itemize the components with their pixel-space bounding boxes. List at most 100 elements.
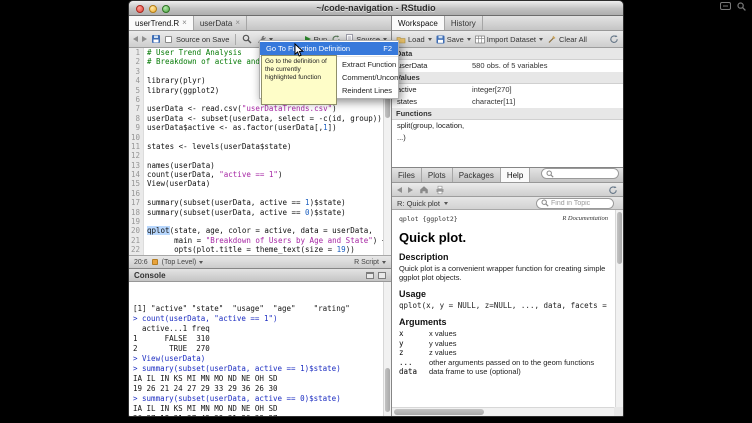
code-text: count(userData, "active == 1"): [144, 170, 282, 179]
nav-back-icon[interactable]: [133, 36, 138, 42]
code-text: View(userData): [144, 179, 210, 188]
line-number: 13: [129, 161, 144, 170]
line-number: 8: [129, 114, 144, 123]
save-workspace-button[interactable]: Save: [436, 35, 471, 44]
help-document: qplot {ggplot2} R Documentation Quick pl…: [392, 210, 623, 416]
workspace-row[interactable]: statescharacter[11]: [392, 96, 623, 108]
line-number: 1: [129, 48, 144, 57]
workspace-row[interactable]: activeinteger[270]: [392, 84, 623, 96]
argument-desc: other arguments passed on to the geom fu…: [429, 358, 594, 368]
help-horizontal-scrollbar[interactable]: [392, 407, 614, 416]
tab-close-icon[interactable]: ×: [182, 19, 187, 27]
chevron-down-icon: [539, 38, 543, 41]
line-number: 22: [129, 245, 144, 254]
tab-help[interactable]: Help: [501, 168, 530, 182]
help-argument: ...other arguments passed on to the geom…: [399, 358, 608, 368]
help-search-box[interactable]: [541, 168, 619, 179]
console-line: 1 FALSE 310: [133, 334, 381, 344]
minimize-button[interactable]: [149, 5, 157, 13]
line-number: 20: [129, 226, 144, 235]
editor-line: 15View(userData): [129, 179, 391, 188]
save-icon: [436, 35, 445, 44]
tab-workspace[interactable]: Workspace: [392, 16, 445, 30]
help-topic-label[interactable]: R: Quick plot: [397, 199, 440, 208]
workspace-objects: DatauserData580 obs. of 5 variablesValue…: [392, 48, 623, 167]
nav-forward-icon[interactable]: [142, 36, 147, 42]
refresh-icon[interactable]: [609, 34, 619, 44]
code-text: [144, 95, 147, 104]
help-search-input[interactable]: [556, 170, 614, 177]
code-text: summary(subset(userData, active == 0)$st…: [144, 208, 346, 217]
editor-line: 12: [129, 151, 391, 160]
source-on-save-checkbox[interactable]: [165, 36, 172, 43]
load-workspace-button[interactable]: Load: [396, 35, 432, 44]
menu-item-go-to-function-definition[interactable]: Go To Function DefinitionF2: [260, 42, 398, 55]
save-icon[interactable]: [151, 34, 161, 44]
tab-close-icon[interactable]: ×: [235, 19, 240, 27]
editor-line: 16: [129, 189, 391, 198]
refresh-icon[interactable]: [608, 185, 618, 195]
tab-plots[interactable]: Plots: [422, 168, 453, 182]
tab-files[interactable]: Files: [392, 168, 422, 182]
editor-line: 14count(userData, "active == 1"): [129, 170, 391, 179]
code-text: [144, 151, 147, 160]
editor-tab-usertrend-r[interactable]: userTrend.R×: [129, 16, 194, 30]
editor-line: 8userData <- subset(userData, select = -…: [129, 114, 391, 123]
editor-line: 21 main = "Breakdown of Users by Age and…: [129, 236, 391, 245]
menu-item-label: Reindent Lines: [342, 86, 392, 95]
editor-tab-userdata[interactable]: userData×: [194, 16, 247, 30]
argument-desc: z values: [429, 348, 457, 358]
console-output[interactable]: [1] "active" "state" "usage" "age" "rati…: [129, 282, 391, 416]
argument-name: ...: [399, 358, 429, 368]
window-titlebar[interactable]: ~/code-navigation - RStudio: [129, 1, 623, 16]
scope-selector[interactable]: (Top Level): [162, 259, 204, 266]
code-text: userData <- read.csv("userDataTrends.csv…: [144, 104, 337, 113]
workspace-pane: WorkspaceHistory Load Save: [392, 16, 623, 168]
file-type-selector[interactable]: R Script: [354, 259, 386, 266]
line-number: 14: [129, 170, 144, 179]
code-text: userData$active <- as.factor(userData[,1…: [144, 123, 337, 132]
help-back-icon[interactable]: [397, 187, 402, 193]
window-title: ~/code-navigation - RStudio: [129, 1, 623, 16]
menubar-extras: [720, 2, 746, 11]
argument-name: x: [399, 329, 429, 339]
console-header[interactable]: Console: [129, 269, 391, 282]
resize-grip[interactable]: [614, 407, 623, 416]
help-doc-id: qplot {ggplot2}: [399, 215, 458, 223]
help-arguments-heading: Arguments: [399, 317, 608, 327]
help-vertical-scrollbar[interactable]: [615, 210, 623, 407]
workspace-row[interactable]: split(group, location, ...): [392, 120, 623, 132]
search-icon[interactable]: [242, 34, 252, 44]
help-argument: xx values: [399, 329, 608, 339]
minimize-pane-icon[interactable]: [366, 272, 374, 279]
clear-all-button[interactable]: Clear All: [547, 34, 587, 44]
file-type-label: R Script: [354, 259, 379, 266]
workspace-section-functions: Functions: [392, 108, 623, 120]
help-doc-kind: R Documentation: [562, 215, 608, 223]
display-status-icon[interactable]: [720, 2, 731, 11]
files-pane: FilesPlotsPackagesHelp R: Qui: [392, 168, 623, 416]
workspace-row[interactable]: userData580 obs. of 5 variables: [392, 60, 623, 72]
maximize-pane-icon[interactable]: [378, 272, 386, 279]
print-icon[interactable]: [435, 185, 445, 195]
code-text: states <- levels(userData$state): [144, 142, 292, 151]
console-scrollbar[interactable]: [383, 282, 391, 416]
line-number: 11: [129, 142, 144, 151]
help-argument: yy values: [399, 339, 608, 349]
zoom-button[interactable]: [162, 5, 170, 13]
tab-packages[interactable]: Packages: [453, 168, 501, 182]
help-forward-icon[interactable]: [408, 187, 413, 193]
console-line: [1] "active" "state" "usage" "age" "rati…: [133, 304, 381, 314]
import-dataset-button[interactable]: Import Dataset: [475, 35, 543, 44]
line-number: 3: [129, 67, 144, 76]
workspace-section-values: Values: [392, 72, 623, 84]
find-in-topic-box[interactable]: [536, 198, 614, 209]
object-name: userData: [392, 60, 472, 72]
code-text: # User Trend Analysis: [144, 48, 242, 57]
home-icon[interactable]: [419, 185, 429, 194]
close-button[interactable]: [136, 5, 144, 13]
tab-history[interactable]: History: [445, 16, 483, 30]
help-usage-code: qplot(x, y = NULL, z=NULL, ..., data, fa…: [399, 301, 608, 310]
spotlight-status-icon[interactable]: [737, 2, 746, 11]
find-in-topic-input[interactable]: [551, 200, 609, 207]
